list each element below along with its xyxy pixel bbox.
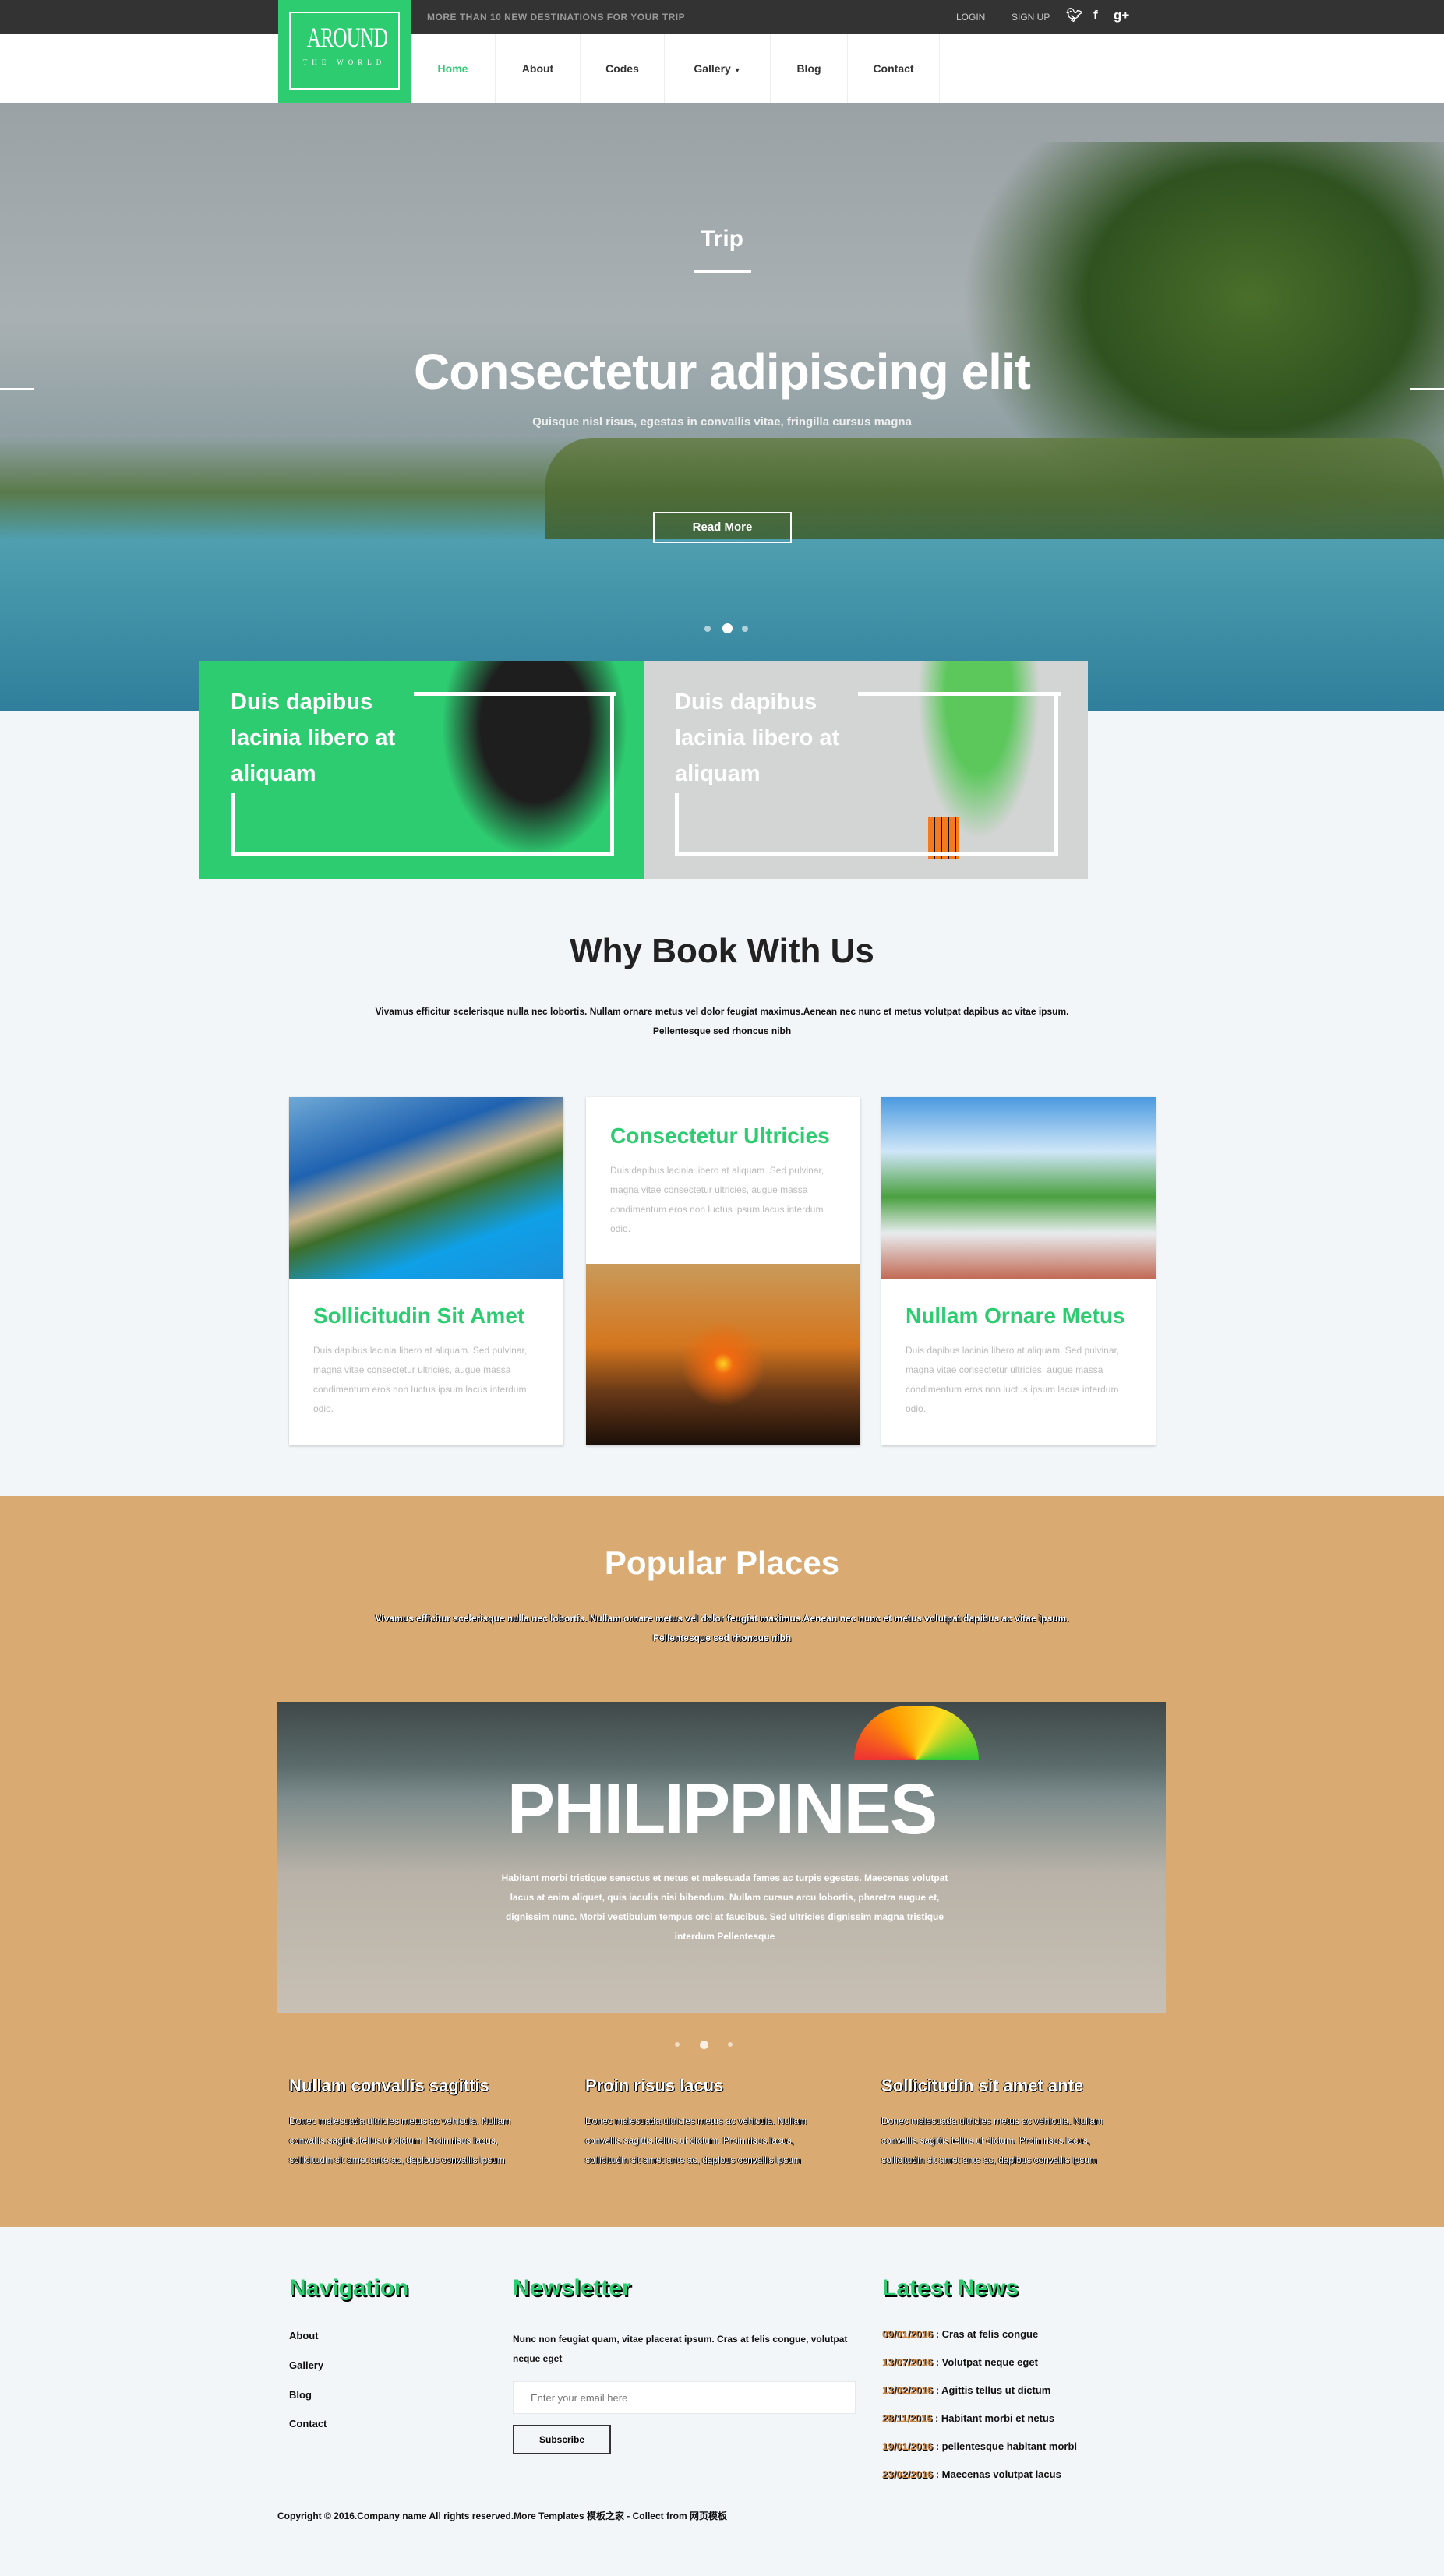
- hero-kicker: Trip: [700, 226, 743, 252]
- column-title: Sollicitudin sit amet ante: [881, 2076, 1084, 2095]
- column-title: Proin risus lacus: [585, 2076, 724, 2095]
- top-bar: [0, 0, 1444, 34]
- latest-news-title: Latest News: [882, 2275, 1019, 2301]
- place-slide[interactable]: [277, 1702, 1166, 2013]
- news-text: Habitant morbi et netus: [941, 2412, 1055, 2424]
- place-dot[interactable]: [728, 2042, 733, 2047]
- column-text: Donec malesuada ultricies metus ac vehic…: [289, 2115, 511, 2165]
- news-item[interactable]: 09/01/2016 : Cras at felis congue: [882, 2320, 1077, 2348]
- nav-gallery-label: Gallery: [694, 62, 731, 75]
- hero-subtitle: Quisque nisl risus, egestas in convallis…: [532, 415, 912, 429]
- why-desc: Vivamus efficitur scelerisque nulla nec …: [375, 1006, 1069, 1036]
- news-item[interactable]: 13/02/2016 : Agittis tellus ut dictum: [882, 2377, 1077, 2405]
- logo[interactable]: AROUND THE WORLD: [278, 0, 411, 103]
- popular-column: Nullam convallis sagittis Donec malesuada…: [289, 2076, 523, 2170]
- footer-link-blog[interactable]: Blog: [289, 2389, 312, 2401]
- card-image: [289, 1097, 563, 1279]
- copyright: Copyright © 2016.Company name All rights…: [277, 2511, 727, 2521]
- card-3[interactable]: Nullam Ornare Metus Duis dapibus lacinia…: [881, 1097, 1156, 1445]
- card-title: Sollicitudin Sit Amet: [313, 1304, 525, 1328]
- footer-link-gallery[interactable]: Gallery: [289, 2359, 323, 2371]
- column-text: Donec malesuada ultricies metus ac vehic…: [585, 2115, 807, 2165]
- popular-column: Proin risus lacus Donec malesuada ultrici…: [585, 2076, 819, 2170]
- news-date: 19/01/2016: [882, 2440, 934, 2452]
- popular-desc: Vivamus efficitur scelerisque nulla nec …: [375, 1613, 1069, 1643]
- news-text: Agittis tellus ut dictum: [941, 2384, 1051, 2396]
- feature-text: Duis dapibus lacinia libero at aliquam: [675, 690, 840, 786]
- hero-divider: [694, 270, 751, 273]
- news-text: Volutpat neque eget: [941, 2356, 1038, 2368]
- slider-dot[interactable]: [742, 626, 748, 632]
- email-input[interactable]: [513, 2381, 856, 2414]
- card-image: [586, 1264, 860, 1445]
- signup-link[interactable]: SIGN UP: [1012, 12, 1050, 23]
- read-more-button[interactable]: Read More: [653, 512, 792, 543]
- news-date: 13/02/2016: [882, 2384, 934, 2396]
- footer-nav-title: Navigation: [289, 2275, 409, 2301]
- hero-slider: [0, 103, 1444, 711]
- news-list: 09/01/2016 : Cras at felis congue 13/07/…: [882, 2320, 1077, 2489]
- hero-title: Consectetur adipiscing elit: [414, 344, 1031, 400]
- slider-dot[interactable]: [704, 626, 711, 632]
- nav-contact[interactable]: Contact: [848, 34, 940, 103]
- news-item[interactable]: 28/11/2016 : Habitant morbi et netus: [882, 2405, 1077, 2433]
- news-item[interactable]: 23/02/2016 : Maecenas volutpat lacus: [882, 2461, 1077, 2489]
- news-date: 23/02/2016: [882, 2468, 934, 2480]
- column-text: Donec malesuada ultricies metus ac vehic…: [881, 2115, 1103, 2165]
- nav-about[interactable]: About: [496, 34, 581, 103]
- card-1[interactable]: Sollicitudin Sit Amet Duis dapibus lacin…: [289, 1097, 563, 1445]
- card-text: Duis dapibus lacinia libero at aliquam. …: [906, 1345, 1120, 1414]
- place-dot-active[interactable]: [700, 2041, 708, 2049]
- card-text: Duis dapibus lacinia libero at aliquam. …: [610, 1165, 824, 1234]
- card-title: Nullam Ornare Metus: [906, 1304, 1125, 1328]
- popular-column: Sollicitudin sit amet ante Donec malesuad…: [881, 2076, 1115, 2170]
- subscribe-button[interactable]: Subscribe: [513, 2425, 611, 2454]
- feature-box-1[interactable]: Duis dapibus lacinia libero at aliquam: [199, 661, 644, 879]
- place-title: PHILIPPINES: [507, 1770, 938, 1849]
- news-date: 28/11/2016: [882, 2412, 933, 2424]
- newsletter-text: Nunc non feugiat quam, vitae placerat ip…: [513, 2334, 848, 2364]
- news-item[interactable]: 19/01/2016 : pellentesque habitant morbi: [882, 2433, 1077, 2461]
- news-text: Cras at felis congue: [941, 2328, 1039, 2340]
- news-date: 09/01/2016: [882, 2328, 934, 2340]
- umbrella: [854, 1706, 979, 1760]
- feature-box-2[interactable]: Duis dapibus lacinia libero at aliquam: [644, 661, 1088, 879]
- newsletter-title: Newsletter: [513, 2275, 631, 2301]
- slider-dot-active[interactable]: [722, 623, 733, 633]
- card-image: [881, 1097, 1156, 1279]
- footer-link-contact[interactable]: Contact: [289, 2418, 327, 2430]
- card-2[interactable]: Consectetur Ultricies Duis dapibus lacin…: [586, 1097, 860, 1445]
- popular-title: Popular Places: [604, 1544, 840, 1581]
- news-date: 13/07/2016: [882, 2356, 934, 2368]
- news-item[interactable]: 13/07/2016 : Volutpat neque eget: [882, 2348, 1077, 2377]
- footer-link-about[interactable]: About: [289, 2330, 319, 2341]
- google-plus-icon[interactable]: g+: [1114, 8, 1129, 23]
- place-text: Habitant morbi tristique senectus et net…: [501, 1872, 948, 1942]
- column-title: Nullam convallis sagittis: [289, 2076, 489, 2095]
- place-dot[interactable]: [675, 2042, 680, 2047]
- facebook-icon[interactable]: f: [1093, 8, 1098, 23]
- logo-subtext: THE WORLD: [302, 58, 387, 66]
- news-text: Maecenas volutpat lacus: [941, 2468, 1061, 2480]
- card-title: Consectetur Ultricies: [610, 1124, 830, 1148]
- news-text: pellentesque habitant morbi: [941, 2440, 1077, 2452]
- twitter-icon[interactable]: 🐦︎: [1066, 8, 1083, 23]
- login-link[interactable]: LOGIN: [956, 12, 985, 23]
- logo-text: AROUND: [306, 22, 388, 53]
- tagline: MORE THAN 10 NEW DESTINATIONS FOR YOUR T…: [427, 12, 686, 23]
- nav-blog[interactable]: Blog: [771, 34, 848, 103]
- nav-gallery[interactable]: Gallery ▼: [665, 34, 771, 103]
- caret-down-icon: ▼: [733, 66, 741, 74]
- feature-text: Duis dapibus lacinia libero at aliquam: [231, 690, 396, 786]
- nav-codes[interactable]: Codes: [581, 34, 665, 103]
- card-text: Duis dapibus lacinia libero at aliquam. …: [313, 1345, 528, 1414]
- nav-home[interactable]: Home: [411, 34, 496, 103]
- why-title: Why Book With Us: [570, 932, 874, 970]
